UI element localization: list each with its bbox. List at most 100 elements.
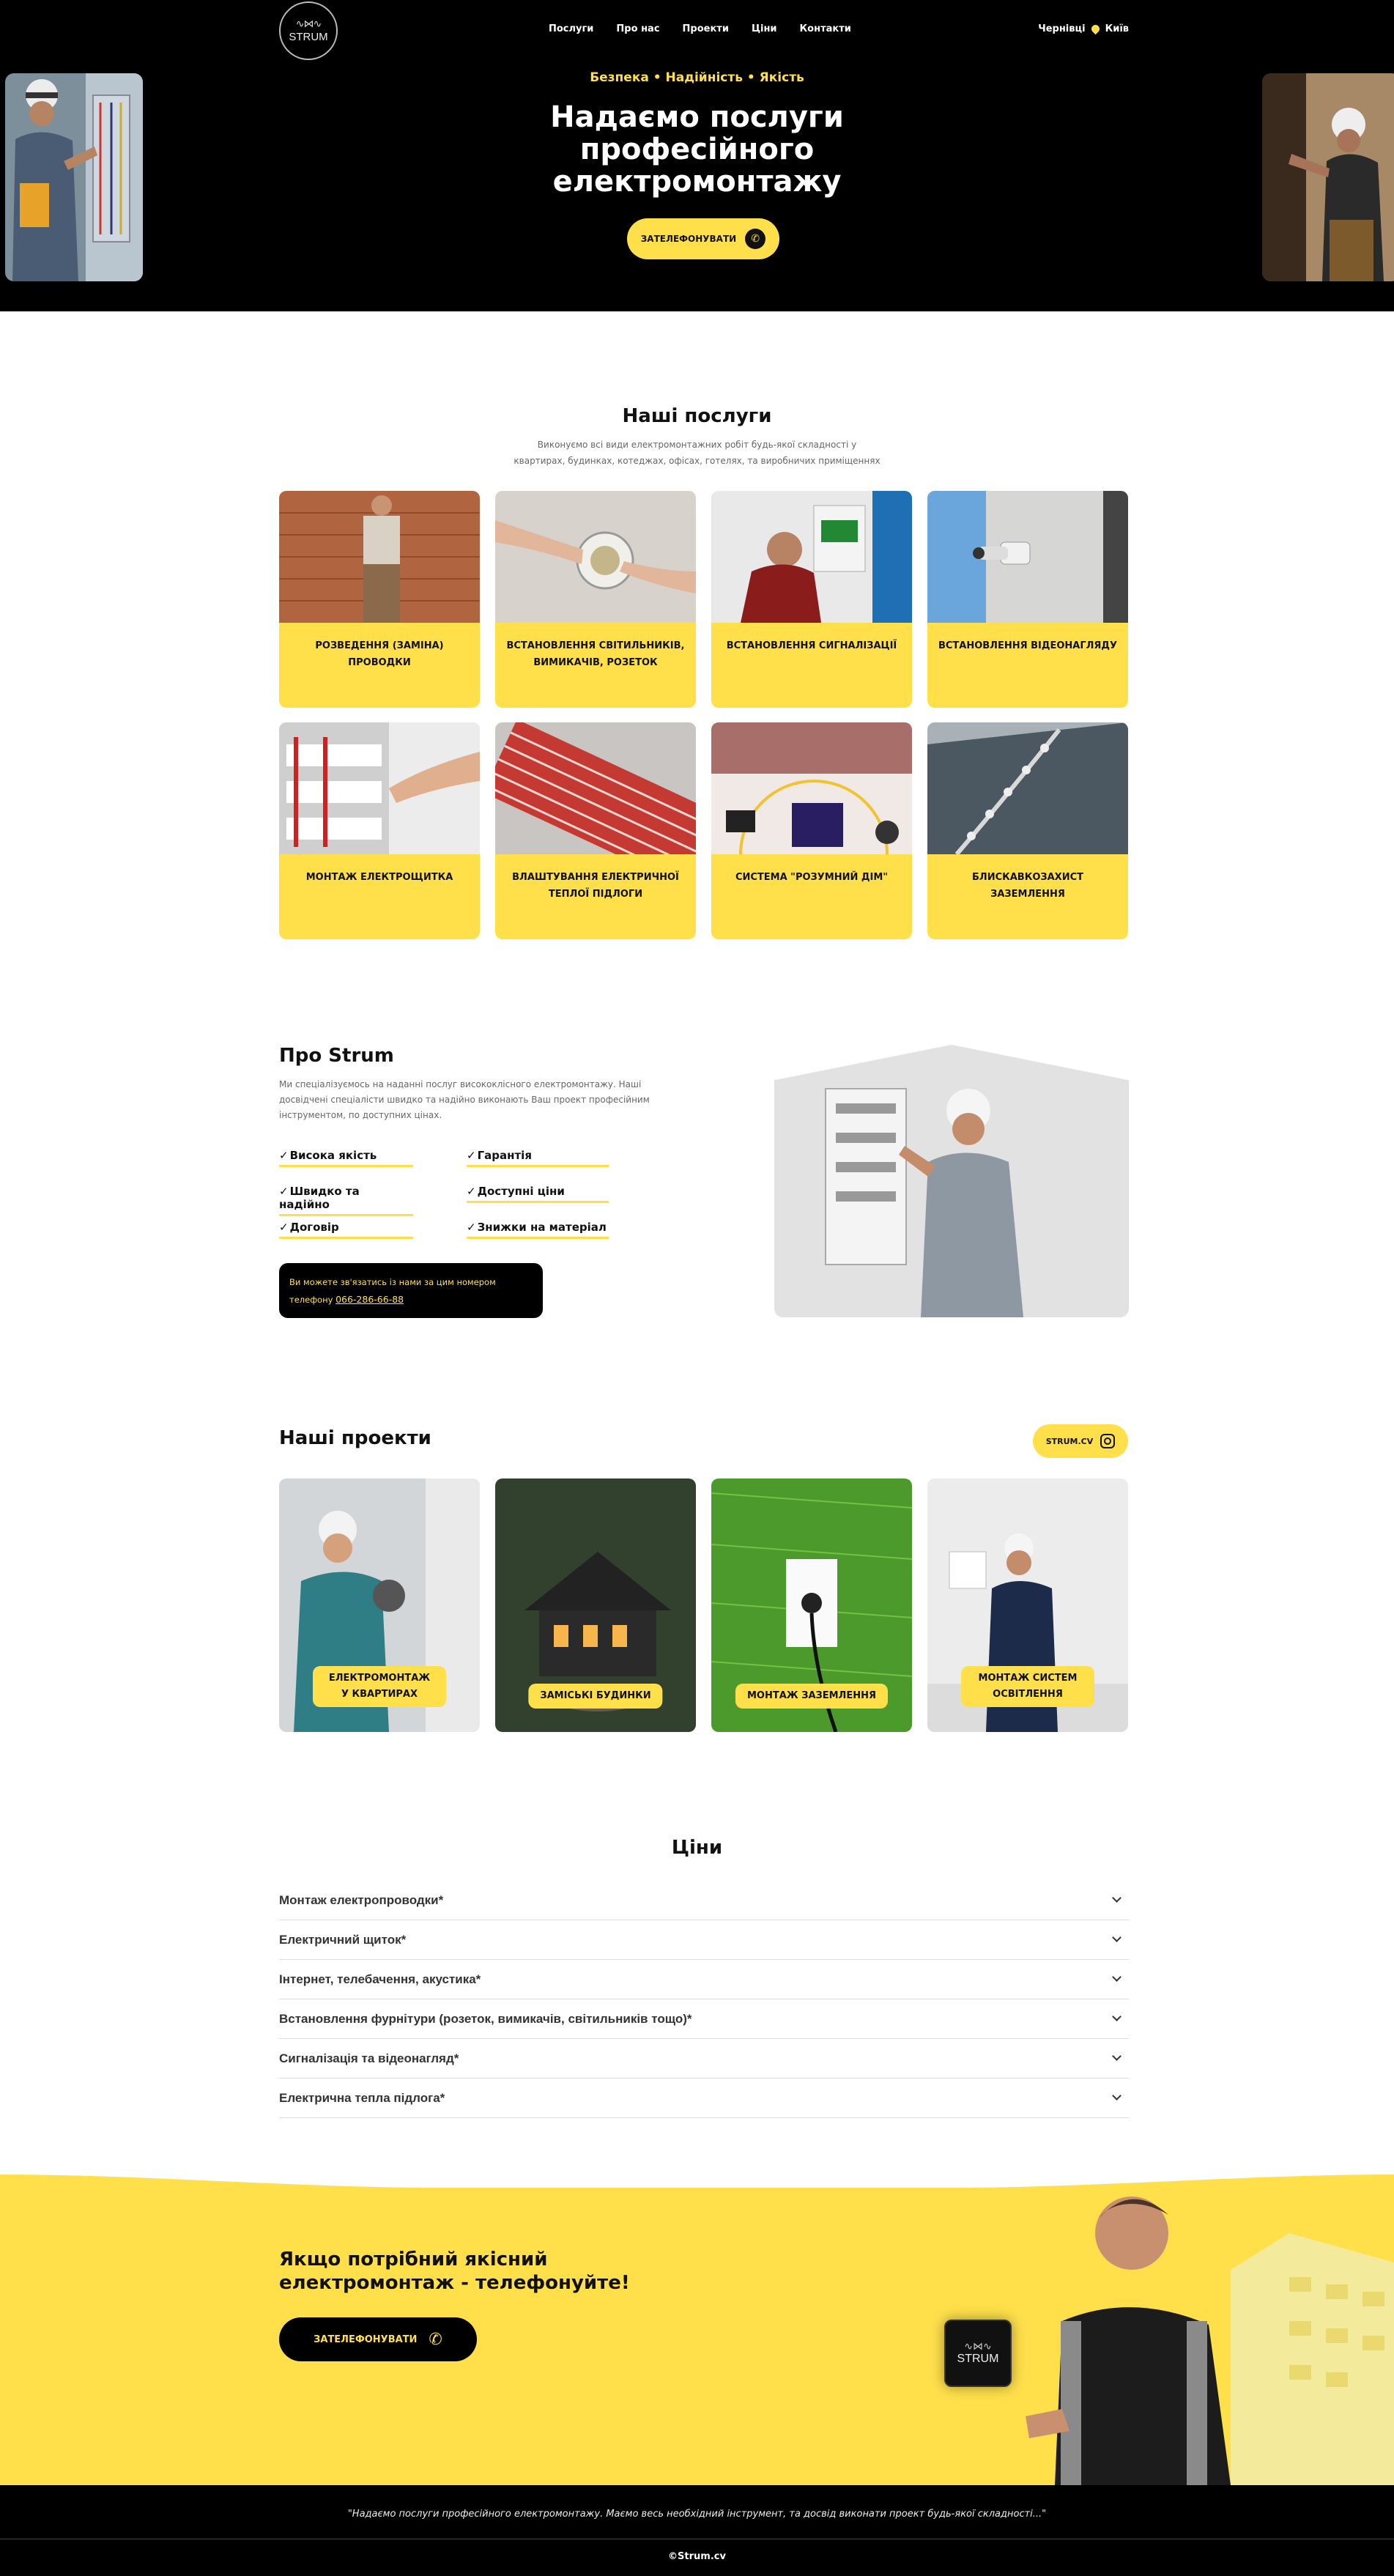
chevron-down-icon — [1112, 2091, 1121, 2101]
service-image-heated-floor — [495, 722, 696, 854]
service-image-cctv — [927, 491, 1128, 623]
price-item-label: Сигналізація та відеонагляд* — [279, 2051, 459, 2065]
service-image-alarm — [711, 491, 912, 623]
service-label: СИСТЕМА "РОЗУМНИЙ ДІМ" — [735, 872, 889, 883]
feature-label: Гарантія — [477, 1149, 532, 1162]
cta-title: Якщо потрібний якісний електромонтаж - т… — [279, 2248, 630, 2295]
nav-services[interactable]: Послуги — [549, 23, 593, 34]
price-item-label: Інтернет, телебачення, акустика* — [279, 1972, 481, 1986]
nav-about[interactable]: Про нас — [616, 23, 659, 34]
feature-item: ✓ Доступні ціни — [467, 1185, 609, 1203]
hero-title: Надаємо послуги професійного електромонт… — [0, 101, 1394, 198]
project-card[interactable]: МОНТАЖ СИСТЕМ ОСВІТЛЕННЯ — [927, 1478, 1128, 1732]
copyright: ©Strum.cv — [668, 2551, 726, 2562]
price-item-label: Монтаж електропроводки* — [279, 1892, 444, 1907]
service-card[interactable]: ВСТАНОВЛЕННЯ СВІТИЛЬНИКІВ, ВИМИКАЧІВ, РО… — [495, 491, 696, 708]
nav-projects[interactable]: Проекти — [683, 23, 729, 34]
hero-call-button[interactable]: ЗАТЕЛЕФОНУВАТИ ✆ — [627, 218, 779, 259]
cta-title-line1: Якщо потрібний якісний — [279, 2249, 548, 2270]
hero-title-line2: професійного — [579, 133, 815, 166]
feature-label: Висока якість — [289, 1149, 377, 1162]
project-tag: МОНТАЖ ЗАЗЕМЛЕННЯ — [735, 1684, 889, 1709]
hero-title-line1: Надаємо послуги — [550, 100, 844, 134]
logo-text: STRUM — [289, 30, 328, 43]
cta-section: ∿⋈∿ STRUM — [0, 2175, 1394, 2485]
about-text: Ми спеціалізуємось на наданні послуг вис… — [279, 1079, 650, 1120]
feature-item: ✓ Швидко та надійно — [279, 1185, 413, 1216]
check-icon: ✓ — [279, 1185, 289, 1198]
price-accordion-item[interactable]: Електричний щиток* — [279, 1920, 1129, 1960]
service-label: БЛИСКАВКОЗАХИСТ ЗАЗЕМЛЕННЯ — [971, 872, 1083, 900]
service-label: РОЗВЕДЕННЯ (ЗАМІНА) ПРОВОДКИ — [315, 640, 444, 668]
check-icon: ✓ — [467, 1149, 476, 1162]
service-label: МОНТАЖ ЕЛЕКТРОЩИТКА — [305, 872, 453, 883]
cta-title-line2: електромонтаж - телефонуйте! — [279, 2272, 630, 2294]
feature-label: Знижки на матеріал — [477, 1221, 607, 1234]
cta-call-label: ЗАТЕЛЕФОНУВАТИ — [314, 2333, 418, 2345]
price-item-label: Електричний щиток* — [279, 1932, 407, 1947]
price-item-label: Встановлення фурнітури (розеток, вимикач… — [279, 2011, 692, 2026]
nav-contacts[interactable]: Контакти — [800, 23, 851, 34]
cta-logo-text: STRUM — [957, 2353, 999, 2365]
phone-icon: ✆ — [745, 229, 766, 249]
chevron-down-icon — [1112, 1933, 1121, 1942]
project-card[interactable]: ЗАМІСЬКІ БУДИНКИ — [495, 1478, 696, 1732]
page: ∿⋈∿ STRUM Послуги Про нас Проекти Ціни К… — [0, 0, 1394, 2576]
logo-wave-icon: ∿⋈∿ — [295, 18, 322, 30]
price-accordion-item[interactable]: Сигналізація та відеонагляд* — [279, 2039, 1129, 2079]
nav-prices[interactable]: Ціни — [752, 23, 777, 34]
city-chernivtsi[interactable]: Чернівці — [1038, 23, 1085, 34]
project-card[interactable]: МОНТАЖ ЗАЗЕМЛЕННЯ — [711, 1478, 912, 1732]
services-title: Наші послуги — [622, 405, 772, 427]
service-card[interactable]: ВСТАНОВЛЕННЯ ВІДЕОНАГЛЯДУ — [927, 491, 1128, 708]
cta-call-button[interactable]: ЗАТЕЛЕФОНУВАТИ ✆ — [279, 2317, 477, 2361]
price-accordion-item[interactable]: Встановлення фурнітури (розеток, вимикач… — [279, 1999, 1129, 2039]
footer-quote: "Надаємо послуги професійного електромон… — [347, 2509, 1047, 2520]
city-kyiv[interactable]: Київ — [1105, 23, 1129, 34]
services-subtitle-line1: Виконуємо всі види електромонтажних робі… — [537, 440, 857, 450]
feature-item: ✓ Знижки на матеріал — [467, 1221, 609, 1239]
service-card[interactable]: РОЗВЕДЕННЯ (ЗАМІНА) ПРОВОДКИ — [279, 491, 480, 708]
service-image-wiring — [279, 491, 480, 623]
chevron-down-icon — [1112, 1893, 1121, 1903]
feature-label: Договір — [289, 1221, 339, 1234]
service-card[interactable]: ВСТАНОВЛЕННЯ СИГНАЛІЗАЦІЇ — [711, 491, 912, 708]
service-card[interactable]: МОНТАЖ ЕЛЕКТРОЩИТКА — [279, 722, 480, 939]
price-accordion-item[interactable]: Монтаж електропроводки* — [279, 1881, 1129, 1920]
check-icon: ✓ — [279, 1149, 289, 1162]
feature-label: Швидко та надійно — [279, 1185, 360, 1211]
location-pin-icon — [1089, 23, 1101, 35]
feature-item: ✓ Договір — [279, 1221, 413, 1239]
service-card[interactable]: БЛИСКАВКОЗАХИСТ ЗАЗЕМЛЕННЯ — [927, 722, 1128, 939]
project-tag: ЕЛЕКТРОМОНТАЖ У КВАРТИРАХ — [313, 1666, 446, 1707]
price-accordion-item[interactable]: Електрична тепла підлога* — [279, 2079, 1129, 2118]
services-subtitle-line2: квартирах, будинках, котеджах, офісах, г… — [514, 456, 880, 466]
chevron-down-icon — [1112, 1972, 1121, 1982]
instagram-label: STRUM.CV — [1045, 1436, 1094, 1446]
project-card[interactable]: ЕЛЕКТРОМОНТАЖ У КВАРТИРАХ — [279, 1478, 480, 1732]
phone-link[interactable]: 066-286-66-88 — [335, 1294, 404, 1305]
services-subtitle: Виконуємо всі види електромонтажних робі… — [0, 437, 1394, 469]
project-label: МОНТАЖ СИСТЕМ ОСВІТЛЕННЯ — [978, 1673, 1078, 1700]
project-tag: МОНТАЖ СИСТЕМ ОСВІТЛЕННЯ — [961, 1666, 1094, 1707]
service-label: ВСТАНОВЛЕННЯ СИГНАЛІЗАЦІЇ — [726, 640, 897, 651]
city-selector: Чернівці Київ — [1038, 23, 1129, 35]
service-image-sockets — [495, 491, 696, 623]
instagram-button[interactable]: STRUM.CV — [1033, 1424, 1128, 1458]
instagram-icon — [1100, 1434, 1116, 1448]
price-accordion-item[interactable]: Інтернет, телебачення, акустика* — [279, 1960, 1129, 1999]
service-card[interactable]: ВЛАШТУВАННЯ ЕЛЕКТРИЧНОЇ ТЕПЛОЇ ПІДЛОГИ — [495, 722, 696, 939]
about-title: Про Strum — [279, 1045, 394, 1067]
chevron-down-icon — [1112, 2012, 1121, 2021]
phone-icon: ✆ — [429, 2330, 442, 2349]
feature-item: ✓ Гарантія — [467, 1149, 609, 1167]
check-icon: ✓ — [279, 1221, 289, 1234]
logo[interactable]: ∿⋈∿ STRUM — [279, 1, 338, 60]
footer — [0, 2485, 1394, 2576]
check-icon: ✓ — [467, 1221, 476, 1234]
service-card[interactable]: СИСТЕМА "РОЗУМНИЙ ДІМ" — [711, 722, 912, 939]
contact-box: Ви можете зв'язатись із нами за цим номе… — [279, 1263, 543, 1318]
check-icon: ✓ — [467, 1185, 476, 1198]
hero-bottom-curve — [0, 289, 1394, 308]
service-image-panel — [279, 722, 480, 854]
